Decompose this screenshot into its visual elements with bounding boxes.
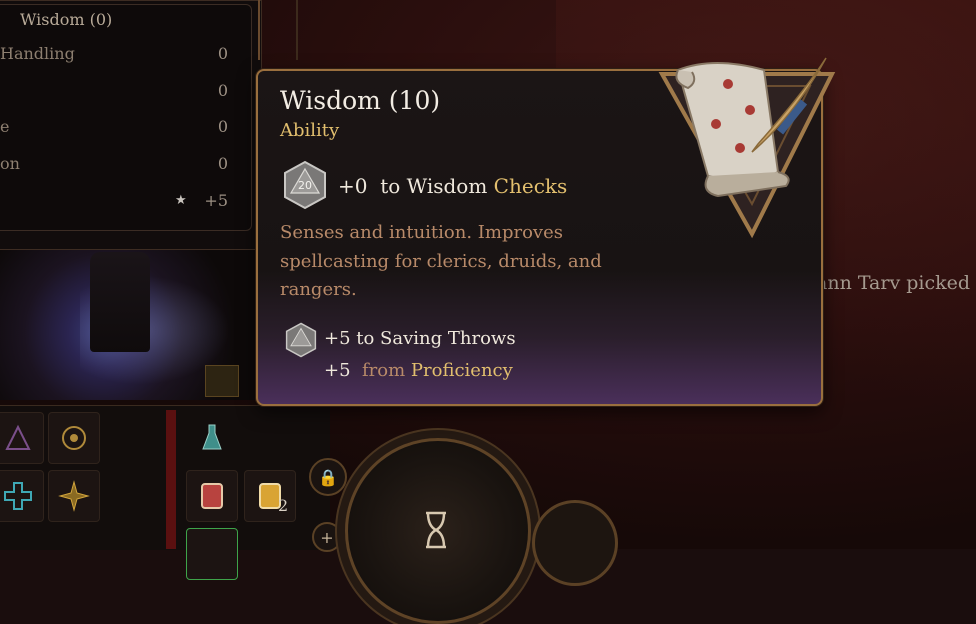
d20-small-icon xyxy=(285,322,317,358)
scroll-slot[interactable] xyxy=(186,470,238,522)
skill-row[interactable]: 0 xyxy=(0,81,228,105)
check-modifier: +0 xyxy=(338,174,368,198)
scroll-quill-icon xyxy=(658,57,836,239)
potion-slot[interactable] xyxy=(186,412,238,464)
proficiency-line: +5 from Proficiency xyxy=(324,360,513,381)
skills-header: Wisdom (0) xyxy=(20,10,113,29)
secondary-action-button[interactable] xyxy=(532,500,618,586)
saving-throw-line: +5 to Saving Throws xyxy=(324,328,516,349)
skill-bonus-row: +5 xyxy=(0,191,228,215)
lock-icon[interactable]: 🔒 xyxy=(309,458,347,496)
add-icon[interactable]: + xyxy=(312,522,342,552)
skill-value: 0 xyxy=(217,117,228,136)
tooltip-title: Wisdom (10) xyxy=(280,86,441,115)
proficiency-value: +5 xyxy=(324,360,351,381)
spell-slot[interactable] xyxy=(0,470,44,522)
skill-value: 0 xyxy=(217,154,228,173)
hourglass-icon xyxy=(426,511,446,549)
skill-name: Handling xyxy=(0,44,75,63)
skill-row[interactable]: on 0 xyxy=(0,154,228,178)
spell-slot[interactable] xyxy=(48,470,100,522)
hotbar-divider xyxy=(166,410,176,549)
spell-slot[interactable] xyxy=(48,412,100,464)
skill-row[interactable]: Handling 0 xyxy=(0,44,228,68)
check-text: to Wisdom xyxy=(380,174,488,198)
skill-name: e xyxy=(0,117,10,136)
spell-slot[interactable] xyxy=(0,412,44,464)
scroll-slot[interactable] xyxy=(244,470,296,522)
item-slot[interactable] xyxy=(186,528,238,580)
check-line: +0 to Wisdom Checks xyxy=(338,174,567,198)
proficiency-from: from xyxy=(362,360,406,381)
skill-bonus-value: +5 xyxy=(204,191,228,210)
tooltip-subtitle: Ability xyxy=(280,120,340,141)
check-keyword: Checks xyxy=(493,174,568,198)
d20-label: 20 xyxy=(298,179,312,192)
skill-name: on xyxy=(0,154,20,173)
d20-icon: 20 xyxy=(284,160,326,210)
combat-log-text: ann Tarv picked u xyxy=(816,272,976,294)
panel-frame xyxy=(258,0,298,60)
spell-icon[interactable] xyxy=(205,365,239,397)
ability-description: Senses and intuition. Improves spellcast… xyxy=(280,222,602,300)
skill-row[interactable]: e 0 xyxy=(0,117,228,141)
proficiency-keyword: Proficiency xyxy=(410,360,513,381)
skill-value: 0 xyxy=(217,44,228,63)
skill-value: 0 xyxy=(217,81,228,100)
character-figure xyxy=(90,252,150,352)
item-stack-count: 2 xyxy=(278,496,289,515)
